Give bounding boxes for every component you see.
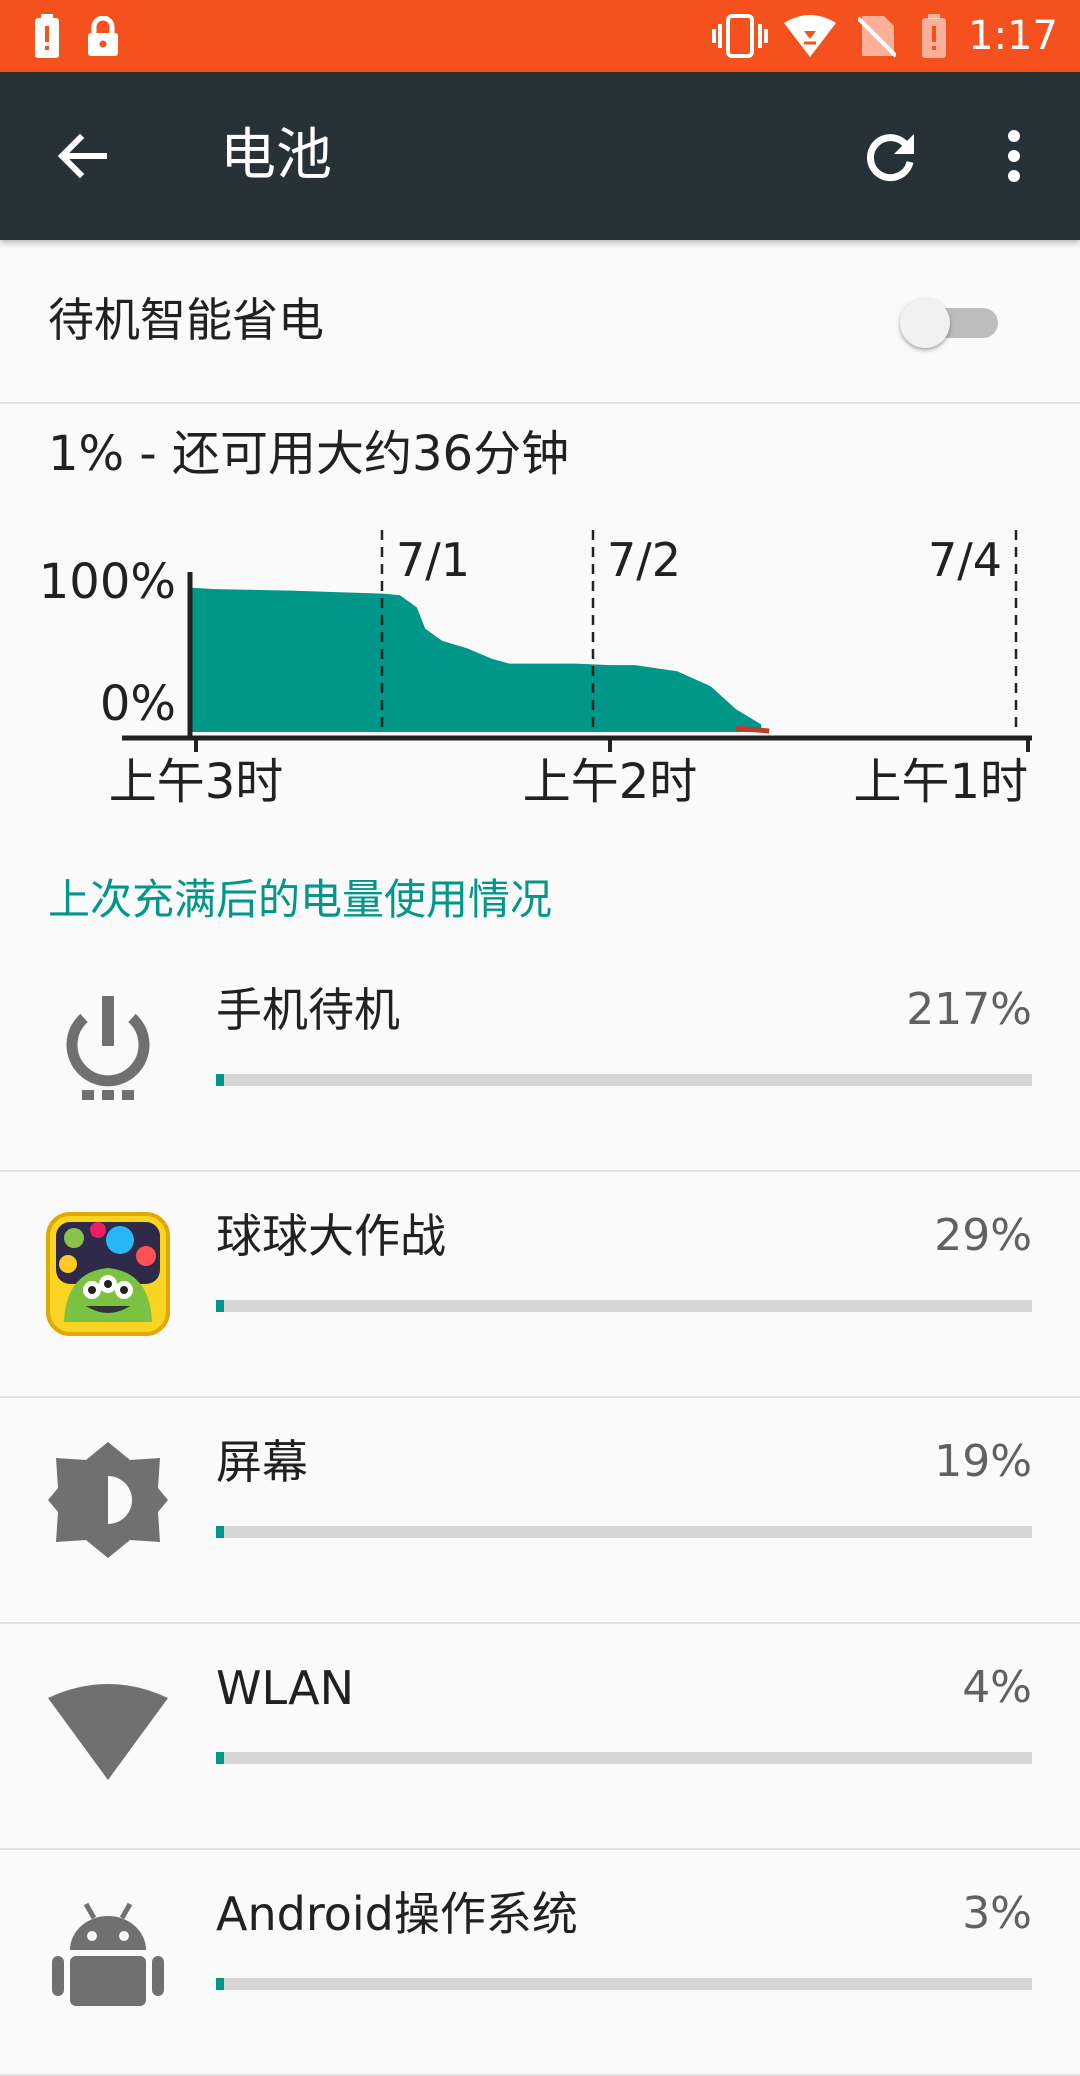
usage-item-name: 屏幕 [216, 1435, 308, 1489]
usage-item-percent: 217% [906, 984, 1032, 1035]
battery-alert-icon [34, 14, 60, 58]
x-tick-label: 上午1时 [853, 754, 1028, 810]
brightness-icon [46, 1438, 170, 1562]
wifi-icon [46, 1664, 170, 1788]
usage-item-screen[interactable]: 屏幕 19% [0, 1398, 1080, 1624]
usage-section-title: 上次充满后的电量使用情况 [48, 875, 553, 924]
battery-level-area [190, 587, 762, 732]
x-tick-label: 上午3时 [109, 754, 284, 810]
no-sim-icon [858, 14, 896, 58]
battery-low-segment [735, 725, 770, 734]
switch-thumb [900, 298, 950, 348]
usage-item-percent: 29% [934, 1210, 1032, 1261]
smart-standby-label: 待机智能省电 [48, 293, 324, 347]
battery-low-icon [920, 14, 948, 58]
battery-history-chart[interactable]: 7/1 7/2 7/4 100% 0% 上午3时 上午2时 上午1时 [0, 520, 1080, 820]
lock-icon [86, 14, 120, 58]
smart-standby-switch[interactable] [900, 298, 1000, 348]
usage-list: 手机待机 217% 球球大作战 29% 屏幕 19% WLAN 4% Andro… [0, 946, 1080, 2076]
usage-progress-bar [216, 1300, 1032, 1312]
date-marker-label: 7/1 [396, 533, 470, 587]
usage-item-standby[interactable]: 手机待机 217% [0, 946, 1080, 1172]
usage-item-percent: 3% [962, 1888, 1032, 1939]
arrow-back-icon[interactable] [50, 124, 114, 188]
usage-item-game[interactable]: 球球大作战 29% [0, 1172, 1080, 1398]
power-standby-icon [46, 986, 170, 1110]
page-title: 电池 [220, 123, 332, 188]
date-marker-label: 7/2 [607, 533, 681, 587]
usage-progress-fill [216, 1526, 225, 1538]
status-time: 1:17 [968, 13, 1058, 59]
usage-progress-fill [216, 1752, 225, 1764]
usage-progress-bar [216, 1752, 1032, 1764]
usage-item-wlan[interactable]: WLAN 4% [0, 1624, 1080, 1850]
x-tick-label: 上午2时 [523, 754, 698, 810]
vibrate-icon [712, 14, 768, 58]
usage-progress-bar [216, 1978, 1032, 1990]
refresh-icon[interactable] [856, 122, 924, 190]
date-marker-label: 7/4 [928, 533, 1002, 587]
y-tick-label: 100% [39, 554, 176, 610]
usage-item-name: 球球大作战 [216, 1209, 446, 1263]
game-app-icon [46, 1212, 170, 1336]
battery-summary: 1% - 还可用大约36分钟 [48, 426, 570, 482]
usage-item-percent: 4% [962, 1662, 1032, 1713]
usage-progress-fill [216, 1978, 225, 1990]
usage-progress-bar [216, 1074, 1032, 1086]
y-tick-label: 0% [100, 676, 176, 732]
status-bar: 1:17 [0, 0, 1080, 72]
android-icon [46, 1890, 170, 2014]
usage-item-name: Android操作系统 [216, 1887, 578, 1941]
wifi-icon [784, 14, 836, 58]
usage-item-name: 手机待机 [216, 983, 400, 1037]
more-vert-icon[interactable] [990, 122, 1038, 190]
smart-standby-row[interactable]: 待机智能省电 [0, 240, 1080, 404]
usage-item-name: WLAN [216, 1661, 355, 1715]
usage-item-percent: 19% [934, 1436, 1032, 1487]
app-bar: 电池 [0, 72, 1080, 240]
usage-item-android[interactable]: Android操作系统 3% [0, 1850, 1080, 2076]
usage-progress-bar [216, 1526, 1032, 1538]
usage-progress-fill [216, 1074, 225, 1086]
usage-progress-fill [216, 1300, 225, 1312]
